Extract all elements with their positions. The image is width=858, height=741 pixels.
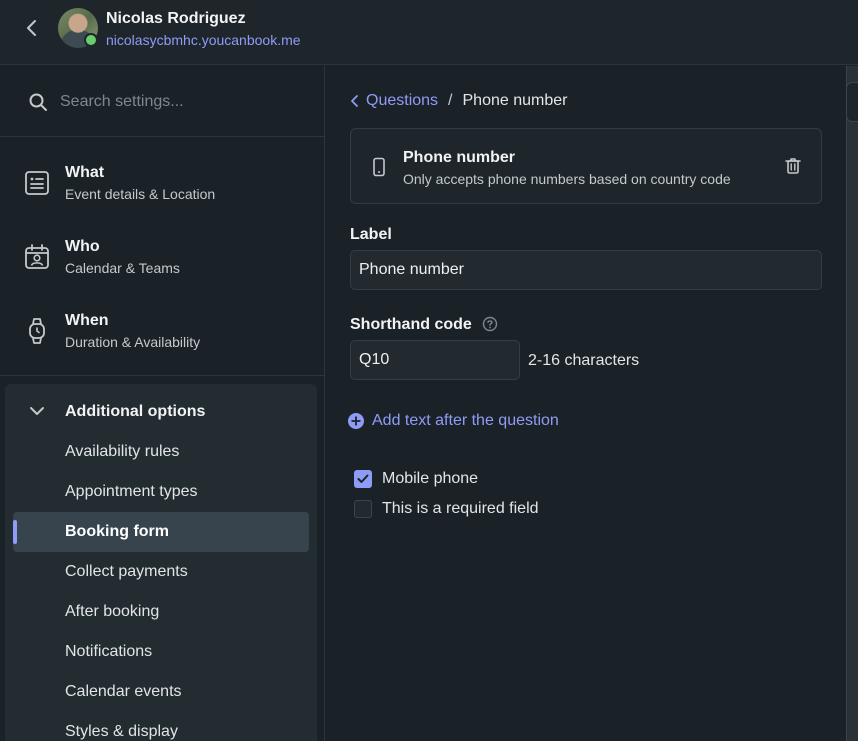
add-text-label: Add text after the question xyxy=(372,412,559,429)
mobile-phone-checkbox-row[interactable]: Mobile phone xyxy=(354,470,478,488)
calendar-person-icon xyxy=(25,244,49,269)
preview-panel-edge xyxy=(846,66,858,741)
sidebar-item-calendar-events[interactable]: Calendar events xyxy=(13,672,309,712)
breadcrumb-parent-label: Questions xyxy=(366,92,439,109)
sidebar-item-title: When xyxy=(65,312,109,329)
sidebar-item-collect-payments[interactable]: Collect payments xyxy=(13,552,309,592)
sidebar-item-title: What xyxy=(65,164,105,181)
sidebar-item-availability-rules[interactable]: Availability rules xyxy=(13,432,309,472)
sidebar-item-after-booking[interactable]: After booking xyxy=(13,592,309,632)
trash-icon[interactable] xyxy=(783,156,803,176)
required-field-checkbox-row[interactable]: This is a required field xyxy=(354,500,539,518)
user-name: Nicolas Rodriguez xyxy=(106,10,246,27)
chevron-left-icon xyxy=(27,20,36,36)
add-text-after-question-link[interactable]: Add text after the question xyxy=(348,412,559,430)
checkbox-label: This is a required field xyxy=(382,500,539,517)
breadcrumb-parent-link[interactable]: Questions xyxy=(350,92,438,110)
preview-panel-tab[interactable] xyxy=(846,82,858,122)
back-button[interactable] xyxy=(20,16,44,40)
breadcrumb-separator: / xyxy=(448,92,453,109)
sidebar-item-label: Notifications xyxy=(65,643,153,660)
sidebar-item-label: Booking form xyxy=(65,523,169,540)
search-icon xyxy=(29,93,47,111)
chevron-down-icon xyxy=(30,407,44,415)
shorthand-code-input[interactable] xyxy=(350,340,520,380)
additional-options-toggle[interactable]: Additional options xyxy=(5,384,317,438)
settings-sidebar: What Event details & Location Who Calend… xyxy=(0,66,325,741)
sidebar-item-when[interactable]: When Duration & Availability xyxy=(0,294,325,368)
sidebar-item-subtitle: Duration & Availability xyxy=(65,334,201,350)
mobile-phone-checkbox[interactable] xyxy=(354,470,372,488)
sidebar-item-what[interactable]: What Event details & Location xyxy=(0,146,325,220)
checkmark-icon xyxy=(357,474,369,483)
form-icon xyxy=(25,171,49,195)
sidebar-item-subtitle: Calendar & Teams xyxy=(65,260,180,276)
shorthand-code-label: Shorthand code xyxy=(350,316,472,333)
chevron-left-icon xyxy=(351,95,358,107)
question-description: Only accepts phone numbers based on coun… xyxy=(403,171,731,187)
question-title: Phone number xyxy=(403,149,516,166)
breadcrumb: Questions / Phone number xyxy=(350,92,567,110)
sidebar-item-label: Appointment types xyxy=(65,483,198,500)
booking-page-link[interactable]: nicolasycbmhc.youcanbook.me xyxy=(106,32,301,48)
label-field-label: Label xyxy=(350,226,392,243)
label-input[interactable] xyxy=(350,250,822,290)
sidebar-item-label: Calendar events xyxy=(65,683,182,700)
search-input[interactable] xyxy=(60,88,300,116)
sidebar-item-label: Styles & display xyxy=(65,723,178,740)
sidebar-item-subtitle: Event details & Location xyxy=(65,186,216,202)
sidebar-item-who[interactable]: Who Calendar & Teams xyxy=(0,220,325,294)
main-content: Questions / Phone number Phone number On… xyxy=(326,66,846,741)
question-card: Phone number Only accepts phone numbers … xyxy=(350,128,822,204)
top-header: Nicolas Rodriguez nicolasycbmhc.youcanbo… xyxy=(0,0,858,65)
additional-options-title: Additional options xyxy=(65,403,206,420)
sidebar-item-label: Availability rules xyxy=(65,443,180,460)
help-icon[interactable] xyxy=(482,316,498,332)
sidebar-divider xyxy=(0,375,325,376)
shorthand-code-hint: 2-16 characters xyxy=(528,352,640,369)
checkbox-label: Mobile phone xyxy=(382,470,479,487)
sidebar-item-booking-form[interactable]: Booking form xyxy=(13,512,309,552)
sidebar-item-notifications[interactable]: Notifications xyxy=(13,632,309,672)
required-field-checkbox[interactable] xyxy=(354,500,372,518)
watch-icon xyxy=(29,318,45,344)
additional-options-section: Additional options Availability rules Ap… xyxy=(5,384,317,741)
search-bar xyxy=(0,66,325,137)
plus-circle-icon xyxy=(348,413,364,429)
breadcrumb-current: Phone number xyxy=(462,92,568,109)
sidebar-item-appointment-types[interactable]: Appointment types xyxy=(13,472,309,512)
online-status-indicator xyxy=(84,33,98,47)
phone-icon xyxy=(373,157,385,177)
sidebar-item-label: After booking xyxy=(65,603,160,620)
sidebar-item-label: Collect payments xyxy=(65,563,188,580)
active-indicator xyxy=(13,520,17,544)
sidebar-item-title: Who xyxy=(65,238,100,255)
sidebar-item-styles-display[interactable]: Styles & display xyxy=(13,712,309,741)
